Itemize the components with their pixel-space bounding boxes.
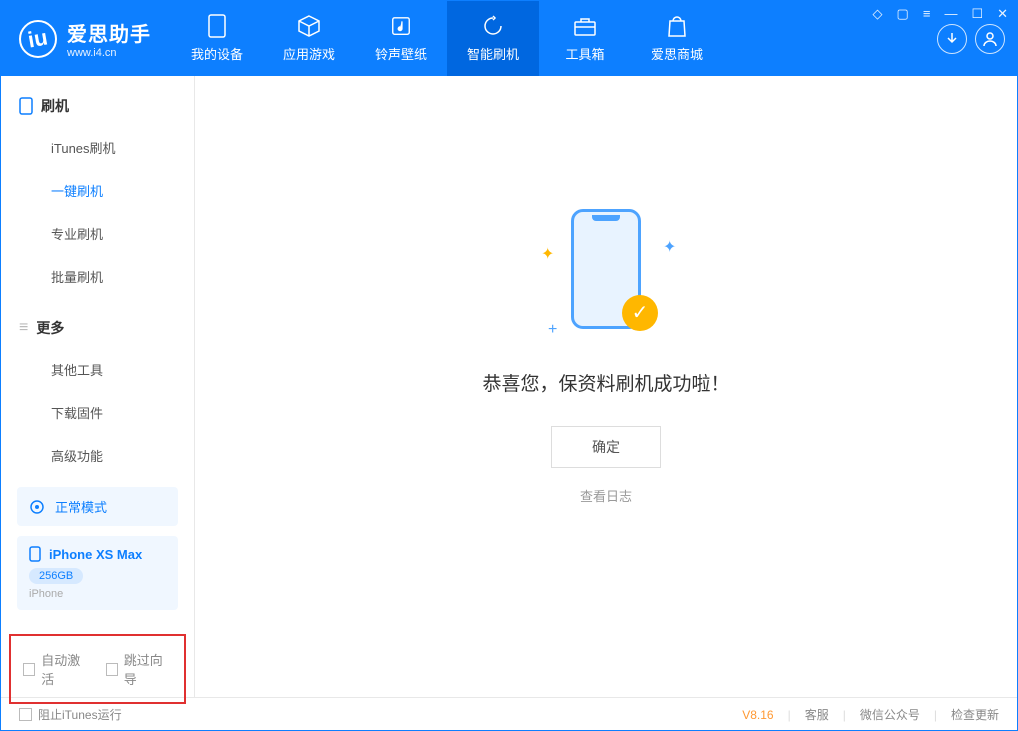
checkbox-block-itunes[interactable]: 阻止iTunes运行 xyxy=(19,706,122,723)
download-button[interactable] xyxy=(937,24,967,54)
cube-icon xyxy=(297,14,321,38)
checkbox-auto-activate[interactable]: 自动激活 xyxy=(23,650,90,688)
list-icon: ≡ xyxy=(19,319,28,337)
close-button[interactable]: ✕ xyxy=(997,6,1008,22)
sidebar-header-flash: 刷机 xyxy=(1,96,194,126)
check-icon: ✓ xyxy=(622,295,658,331)
success-message: 恭喜您，保资料刷机成功啦！ xyxy=(482,369,729,396)
logo[interactable]: iu 爱思助手 www.i4.cn xyxy=(1,1,171,76)
sidebar: 刷机 iTunes刷机 一键刷机 专业刷机 批量刷机 ≡ 更多 其他工具 下载固… xyxy=(1,76,195,697)
main-nav: 我的设备 应用游戏 铃声壁纸 智能刷机 工具箱 爱思商城 xyxy=(171,1,723,76)
window-controls: ◇ ▢ ≡ ― ☐ ✕ xyxy=(873,6,1008,22)
user-button[interactable] xyxy=(975,24,1005,54)
feedback-icon[interactable]: ▢ xyxy=(897,6,909,22)
menu-icon[interactable]: ≡ xyxy=(923,6,931,22)
header: iu 爱思助手 www.i4.cn 我的设备 应用游戏 铃声壁纸 智能刷机 工具… xyxy=(1,1,1017,76)
sidebar-item-advanced[interactable]: 高级功能 xyxy=(1,434,194,477)
phone-icon xyxy=(19,97,33,115)
device-info[interactable]: iPhone XS Max 256GB iPhone xyxy=(17,536,178,610)
sidebar-item-itunes[interactable]: iTunes刷机 xyxy=(1,126,194,169)
update-link[interactable]: 检查更新 xyxy=(951,706,999,723)
sidebar-item-other[interactable]: 其他工具 xyxy=(1,348,194,391)
device-mode[interactable]: 正常模式 xyxy=(17,487,178,526)
mode-icon xyxy=(29,499,45,515)
device-type: iPhone xyxy=(29,588,166,600)
nav-flash[interactable]: 智能刷机 xyxy=(447,1,539,76)
wechat-link[interactable]: 微信公众号 xyxy=(860,706,920,723)
bag-icon xyxy=(665,14,689,38)
device-name: iPhone XS Max xyxy=(49,547,142,562)
minimize-button[interactable]: ― xyxy=(944,6,957,22)
refresh-icon xyxy=(481,14,505,38)
toolbox-icon xyxy=(573,14,597,38)
nav-my-device[interactable]: 我的设备 xyxy=(171,1,263,76)
device-icon xyxy=(205,14,229,38)
nav-apps[interactable]: 应用游戏 xyxy=(263,1,355,76)
view-log-link[interactable]: 查看日志 xyxy=(580,486,632,505)
success-illustration: ✓ ✦ ✦ + xyxy=(546,209,666,339)
support-link[interactable]: 客服 xyxy=(805,706,829,723)
sidebar-item-batch[interactable]: 批量刷机 xyxy=(1,255,194,298)
ok-button[interactable]: 确定 xyxy=(551,426,661,468)
main-content: ✓ ✦ ✦ + 恭喜您，保资料刷机成功啦！ 确定 查看日志 xyxy=(195,76,1017,697)
version-label: V8.16 xyxy=(742,708,773,722)
checkbox-skip-guide[interactable]: 跳过向导 xyxy=(106,650,173,688)
sidebar-header-more: ≡ 更多 xyxy=(1,318,194,348)
logo-icon: iu xyxy=(19,20,57,58)
maximize-button[interactable]: ☐ xyxy=(971,6,983,22)
sidebar-item-pro[interactable]: 专业刷机 xyxy=(1,212,194,255)
app-subtitle: www.i4.cn xyxy=(67,47,151,59)
tshirt-icon[interactable]: ◇ xyxy=(873,6,883,22)
nav-store[interactable]: 爱思商城 xyxy=(631,1,723,76)
device-storage: 256GB xyxy=(29,568,83,584)
nav-toolbox[interactable]: 工具箱 xyxy=(539,1,631,76)
nav-ringtone[interactable]: 铃声壁纸 xyxy=(355,1,447,76)
highlighted-checkboxes: 自动激活 跳过向导 xyxy=(9,634,186,704)
app-title: 爱思助手 xyxy=(67,18,151,47)
music-icon xyxy=(389,14,413,38)
sidebar-item-oneclick[interactable]: 一键刷机 xyxy=(1,169,194,212)
sidebar-item-download[interactable]: 下载固件 xyxy=(1,391,194,434)
phone-icon xyxy=(29,546,41,562)
